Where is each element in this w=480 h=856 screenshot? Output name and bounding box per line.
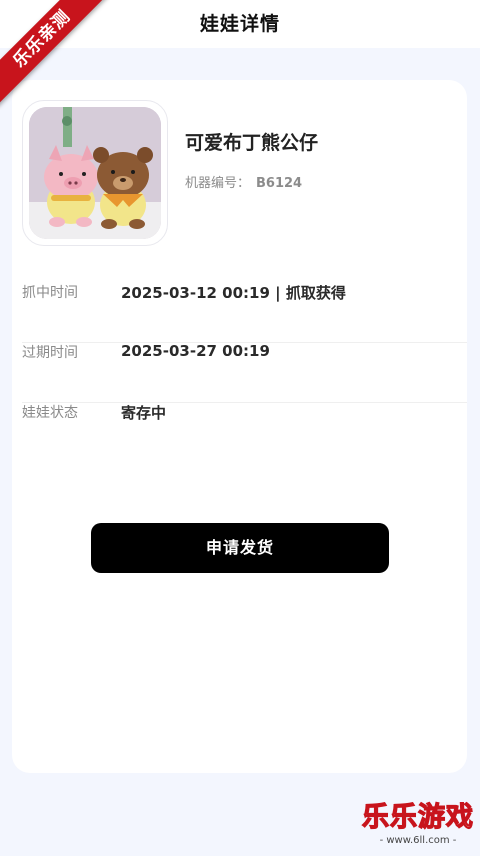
info-row-expire-time: 过期时间 2025-03-27 00:19	[22, 342, 467, 403]
machine-number-label: 机器编号：	[185, 176, 251, 191]
machine-number: 机器编号： B6124	[185, 172, 302, 191]
catch-time-value: 2025-03-12 00:19 | 抓取获得	[121, 284, 346, 302]
plush-toys-icon	[29, 107, 161, 239]
product-name: 可爱布丁熊公仔	[185, 132, 319, 154]
detail-card: 可爱布丁熊公仔 机器编号： B6124 抓中时间 2025-03-12 00:19…	[12, 80, 467, 773]
info-row-status: 娃娃状态 寄存中	[22, 402, 467, 462]
corner-ribbon: 乐乐亲测	[0, 0, 110, 110]
expire-time-label: 过期时间	[22, 345, 78, 361]
ribbon-label: 乐乐亲测	[0, 0, 110, 107]
site-watermark: 乐乐游戏 - www.6ll.com -	[360, 801, 476, 852]
status-label: 娃娃状态	[22, 405, 78, 421]
expire-time-value: 2025-03-27 00:19	[121, 342, 270, 360]
watermark-url: - www.6ll.com -	[379, 835, 457, 846]
product-image-frame	[22, 100, 168, 246]
info-row-catch-time: 抓中时间 2025-03-12 00:19 | 抓取获得	[22, 282, 467, 343]
watermark-title: 乐乐游戏	[361, 801, 474, 833]
apply-shipping-button[interactable]: 申请发货	[91, 523, 389, 573]
catch-time-label: 抓中时间	[22, 285, 78, 301]
plush-toys-photo	[29, 107, 161, 239]
status-value: 寄存中	[121, 404, 167, 422]
machine-number-value: B6124	[256, 176, 303, 191]
